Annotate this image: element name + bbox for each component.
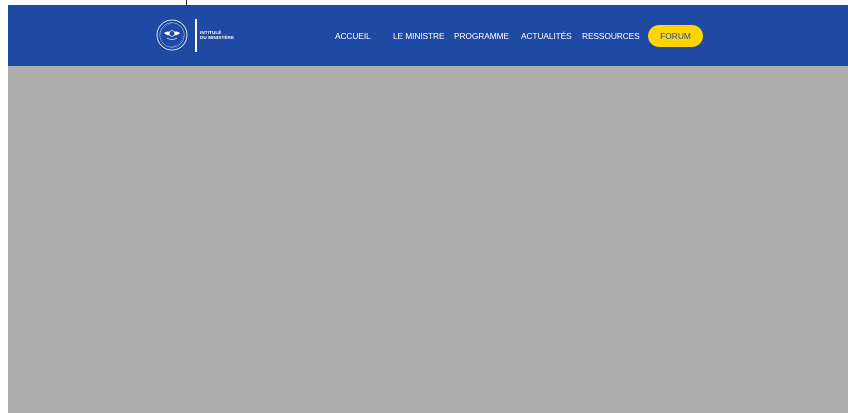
logo-divider [195, 19, 197, 52]
nav-item-le-ministre[interactable]: LE MINISTRE [393, 25, 445, 47]
page: INTITULÉ DU MINISTÈRE ACCUEIL LE MINISTR… [0, 0, 848, 413]
ministry-seal-icon [156, 19, 188, 51]
ministry-title-line-2: DU MINISTÈRE [200, 35, 235, 40]
nav-item-ressources[interactable]: RESSOURCES [582, 25, 640, 47]
ministry-title: INTITULÉ DU MINISTÈRE [200, 30, 234, 40]
site-header: INTITULÉ DU MINISTÈRE ACCUEIL LE MINISTR… [8, 5, 848, 66]
forum-button[interactable]: FORUM [648, 25, 703, 47]
nav-item-programme[interactable]: PROGRAMME [454, 25, 509, 47]
site-logo[interactable]: INTITULÉ DU MINISTÈRE [155, 19, 255, 53]
nav-item-accueil[interactable]: ACCUEIL [335, 25, 371, 47]
nav-item-actualites[interactable]: ACTUALITÉS [521, 25, 572, 47]
hero-placeholder [8, 66, 848, 413]
